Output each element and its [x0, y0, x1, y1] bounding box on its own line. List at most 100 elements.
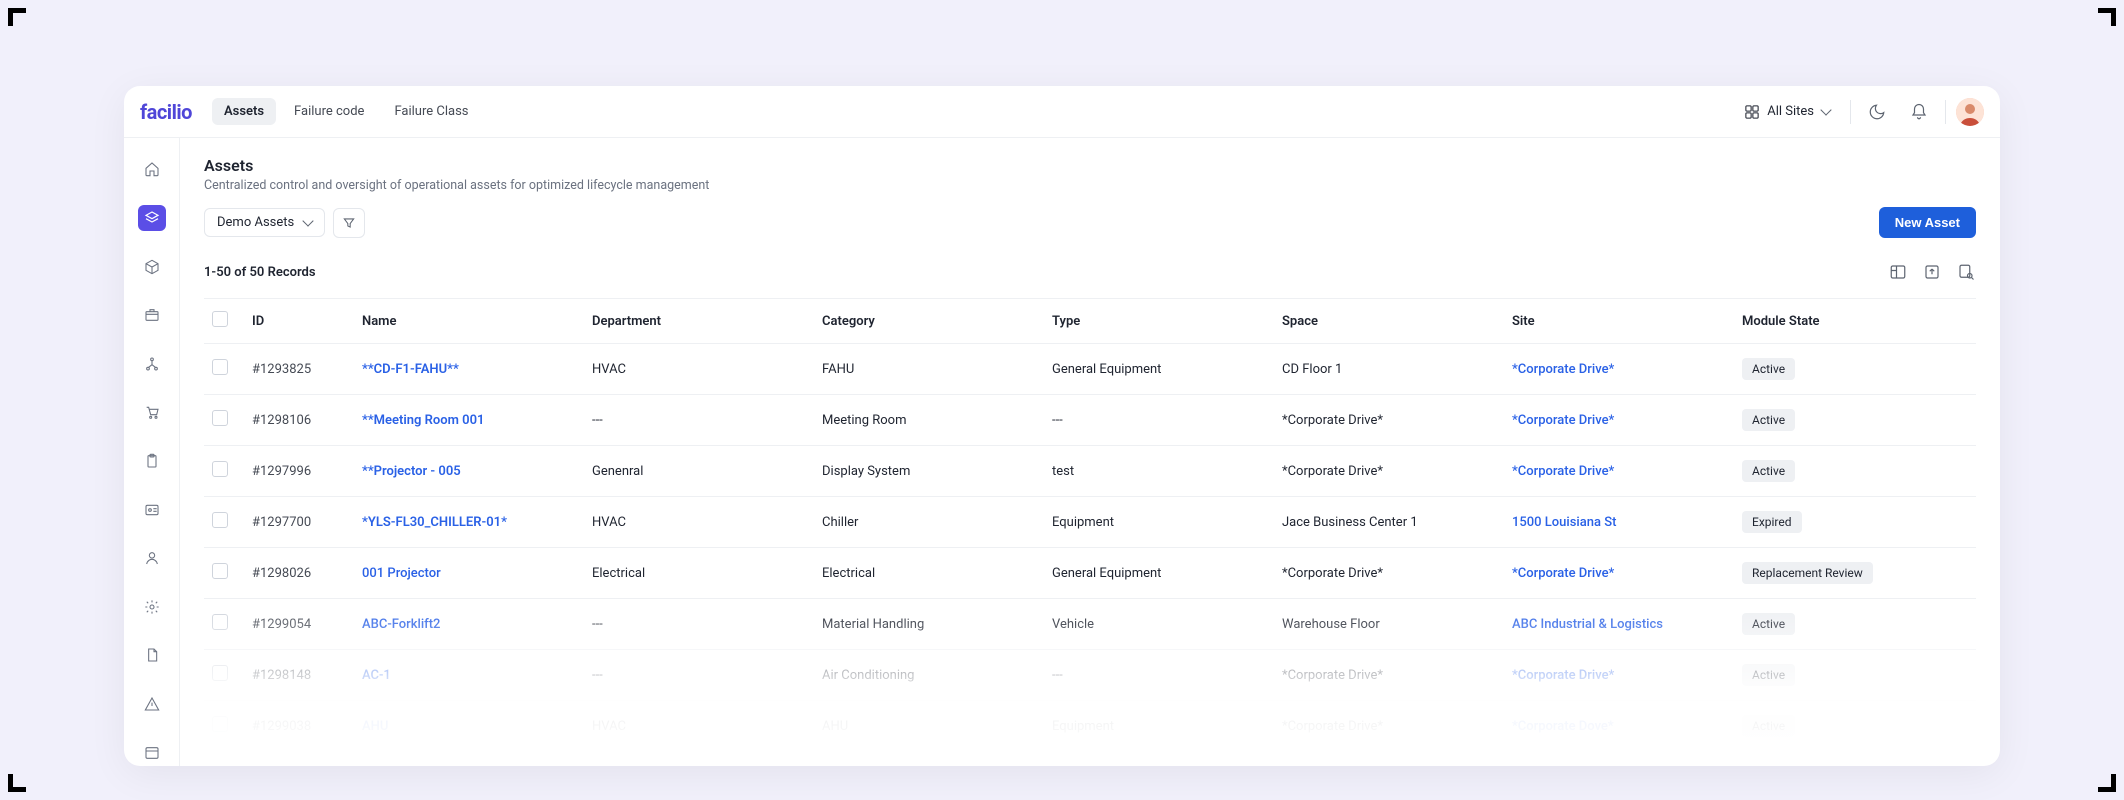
col-department[interactable]: Department: [584, 302, 814, 341]
cell-name[interactable]: **CD-F1-FAHU**: [354, 348, 584, 391]
cube-icon: [144, 259, 160, 275]
row-checkbox[interactable]: [212, 461, 228, 477]
cell-name[interactable]: **Projector - 005: [354, 450, 584, 493]
cell-id: #1299054: [244, 603, 354, 646]
cell-id: #1298106: [244, 399, 354, 442]
row-checkbox[interactable]: [212, 716, 228, 732]
app-window: facilio Assets Failure code Failure Clas…: [124, 86, 2000, 766]
cell-department: HVAC: [584, 501, 814, 544]
cell-name[interactable]: **Meeting Room 001: [354, 399, 584, 442]
user-icon: [144, 550, 160, 566]
cell-site[interactable]: ABC Industrial & Logistics: [1504, 603, 1734, 646]
col-id[interactable]: ID: [244, 302, 354, 341]
cell-state: Active: [1734, 395, 1934, 445]
cell-state: Expired: [1734, 497, 1934, 547]
table-row[interactable]: #1299054ABC-Forklift2---Material Handlin…: [204, 599, 1976, 650]
package-icon: [144, 307, 160, 323]
cell-name[interactable]: ABC-Forklift2: [354, 603, 584, 646]
cart-icon: [144, 404, 160, 420]
bell-icon: [1910, 103, 1928, 121]
export-button[interactable]: [1922, 262, 1942, 282]
cell-site[interactable]: 1500 Louisiana St: [1504, 501, 1734, 544]
col-name[interactable]: Name: [354, 302, 584, 341]
side-alert[interactable]: [138, 691, 166, 718]
cell-site[interactable]: *Corporate Drive*: [1504, 654, 1734, 697]
cell-site[interactable]: *Corporate Drive*: [1504, 552, 1734, 595]
cell-id: #1297700: [244, 501, 354, 544]
window-icon: [144, 745, 160, 761]
side-network[interactable]: [138, 350, 166, 377]
row-checkbox[interactable]: [212, 563, 228, 579]
search-records-button[interactable]: [1956, 262, 1976, 282]
theme-toggle[interactable]: [1861, 96, 1893, 128]
cell-category: AHU: [814, 705, 1044, 748]
cell-name[interactable]: AHU: [354, 705, 584, 748]
side-boxes[interactable]: [138, 302, 166, 329]
row-checkbox[interactable]: [212, 665, 228, 681]
columns-button[interactable]: [1888, 262, 1908, 282]
cell-type: Equipment: [1044, 501, 1274, 544]
view-selector[interactable]: Demo Assets: [204, 208, 325, 237]
cell-site[interactable]: *Corporate Drive*: [1504, 399, 1734, 442]
cell-category: Meeting Room: [814, 399, 1044, 442]
table-row[interactable]: #1293825**CD-F1-FAHU**HVACFAHUGeneral Eq…: [204, 344, 1976, 395]
table-row[interactable]: #1299038AHUHVACAHUEquipment*Corporate Dr…: [204, 701, 1976, 752]
side-home[interactable]: [138, 156, 166, 183]
cell-site[interactable]: *Corporate Drive*: [1504, 450, 1734, 493]
row-checkbox[interactable]: [212, 614, 228, 630]
sidebar: [124, 138, 180, 766]
cell-id: #1297996: [244, 450, 354, 493]
select-all-checkbox[interactable]: [212, 311, 228, 327]
cell-department: ---: [584, 654, 814, 697]
topbar: facilio Assets Failure code Failure Clas…: [124, 86, 2000, 138]
table-row[interactable]: #1298148AC-1---Air Conditioning---*Corpo…: [204, 650, 1976, 701]
nav-tabs: Assets Failure code Failure Class: [212, 98, 481, 125]
site-selector[interactable]: All Sites: [1735, 98, 1840, 125]
cell-type: ---: [1044, 654, 1274, 697]
side-settings[interactable]: [138, 593, 166, 620]
cell-category: Display System: [814, 450, 1044, 493]
sites-icon: [1745, 105, 1759, 119]
cell-site[interactable]: *Corporate Dove*: [1504, 705, 1734, 748]
cell-state: Replacement Review: [1734, 548, 1934, 598]
cell-category: FAHU: [814, 348, 1044, 391]
cell-name[interactable]: AC-1: [354, 654, 584, 697]
tab-failure-code[interactable]: Failure code: [282, 98, 376, 125]
user-avatar[interactable]: [1956, 98, 1984, 126]
side-doc[interactable]: [138, 642, 166, 669]
records-bar: 1-50 of 50 Records: [204, 262, 1976, 292]
col-type[interactable]: Type: [1044, 302, 1274, 341]
row-checkbox[interactable]: [212, 512, 228, 528]
notifications-button[interactable]: [1903, 96, 1935, 128]
cell-name[interactable]: 001 Projector: [354, 552, 584, 595]
tab-failure-class[interactable]: Failure Class: [382, 98, 480, 125]
col-space[interactable]: Space: [1274, 302, 1504, 341]
filter-button[interactable]: [333, 208, 365, 238]
cell-site[interactable]: *Corporate Drive*: [1504, 348, 1734, 391]
row-checkbox[interactable]: [212, 359, 228, 375]
layers-icon: [144, 210, 160, 226]
cell-space: *Corporate Drive*: [1274, 552, 1504, 595]
side-clipboard[interactable]: [138, 448, 166, 475]
side-cube[interactable]: [138, 253, 166, 280]
row-checkbox[interactable]: [212, 410, 228, 426]
col-site[interactable]: Site: [1504, 302, 1734, 341]
records-count: 1-50 of 50 Records: [204, 265, 316, 280]
cell-department: ---: [584, 603, 814, 646]
table-row[interactable]: #1297700*YLS-FL30_CHILLER-01*HVACChiller…: [204, 497, 1976, 548]
cell-category: Electrical: [814, 552, 1044, 595]
new-asset-button[interactable]: New Asset: [1879, 207, 1976, 238]
table-row[interactable]: #1298106**Meeting Room 001---Meeting Roo…: [204, 395, 1976, 446]
tab-assets[interactable]: Assets: [212, 98, 276, 125]
col-module-state[interactable]: Module State: [1734, 302, 1934, 341]
side-cart[interactable]: [138, 399, 166, 426]
side-id[interactable]: [138, 496, 166, 523]
col-category[interactable]: Category: [814, 302, 1044, 341]
table-row[interactable]: #1298026001 ProjectorElectricalElectrica…: [204, 548, 1976, 599]
side-assets[interactable]: [138, 205, 166, 232]
side-window[interactable]: [138, 739, 166, 766]
side-user[interactable]: [138, 545, 166, 572]
table-row[interactable]: #1297996**Projector - 005GenenralDisplay…: [204, 446, 1976, 497]
cell-name[interactable]: *YLS-FL30_CHILLER-01*: [354, 501, 584, 544]
cell-state: Active: [1734, 701, 1934, 751]
